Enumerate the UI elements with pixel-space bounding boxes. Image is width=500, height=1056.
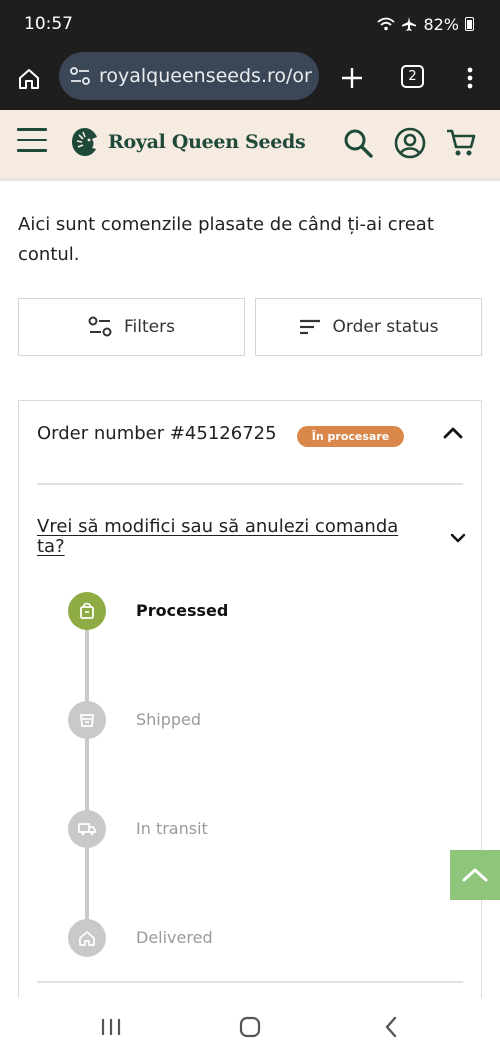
recent-apps-icon <box>101 1019 121 1035</box>
box-icon <box>80 714 94 727</box>
step-transit-label: In transit <box>136 819 208 838</box>
bag-icon <box>80 602 94 619</box>
step-transit-dot <box>68 810 106 848</box>
wifi-icon <box>377 17 396 31</box>
filters-icon <box>88 316 112 337</box>
site-logo[interactable]: Royal Queen Seeds <box>70 126 306 158</box>
more-menu-button[interactable] <box>458 60 482 96</box>
scroll-to-top-button[interactable] <box>450 850 500 900</box>
address-bar[interactable]: royalqueenseeds.ro/or <box>59 52 319 100</box>
home-button[interactable] <box>0 48 58 110</box>
cart-button[interactable] <box>444 126 478 160</box>
home-icon <box>79 931 95 946</box>
home-nav-button[interactable] <box>236 1014 264 1040</box>
cart-icon <box>447 129 476 156</box>
site-header: Royal Queen Seeds <box>0 110 500 178</box>
back-icon <box>385 1016 397 1038</box>
back-button[interactable] <box>377 1014 405 1040</box>
battery-icon <box>465 17 474 31</box>
collapse-order-button[interactable] <box>439 419 467 447</box>
step-delivered-label: Delivered <box>136 928 213 947</box>
sort-icon <box>299 319 320 335</box>
new-tab-button[interactable] <box>332 58 372 98</box>
order-card: Order number #45126725 În procesare Vrei… <box>18 400 482 1020</box>
orders-intro-text: Aici sunt comenzile plasate de când ți-a… <box>18 214 434 265</box>
status-bar: 10:57 82% <box>0 0 500 48</box>
battery-percent: 82% <box>423 14 459 34</box>
menu-button[interactable] <box>17 128 47 152</box>
search-button[interactable] <box>341 126 375 160</box>
chevron-up-icon <box>443 427 463 439</box>
status-time: 10:57 <box>24 14 73 34</box>
logo-text: Royal Queen Seeds <box>108 131 306 153</box>
plus-icon <box>342 68 362 88</box>
expand-modify-button[interactable] <box>445 525 471 551</box>
tab-switcher-button[interactable]: 2 <box>401 65 424 88</box>
browser-toolbar: royalqueenseeds.ro/or 2 <box>0 48 500 110</box>
user-icon <box>394 127 426 159</box>
modify-order-link[interactable]: Vrei să modifici sau să anulezi comanda … <box>37 517 417 557</box>
step-processed-dot <box>68 592 106 630</box>
home-icon <box>19 69 39 89</box>
lion-logo-icon <box>72 128 97 156</box>
timeline-track <box>85 611 89 941</box>
site-settings-icon[interactable] <box>69 66 91 86</box>
filters-label: Filters <box>124 317 175 337</box>
step-processed-label: Processed <box>136 601 229 620</box>
timeline-bottom-divider <box>37 981 463 983</box>
order-status-button[interactable]: Order status <box>255 298 482 356</box>
recent-apps-button[interactable] <box>97 1014 125 1040</box>
filters-button[interactable]: Filters <box>18 298 245 356</box>
more-vertical-icon <box>467 67 473 89</box>
header-divider <box>0 178 500 181</box>
status-icons: 82% <box>377 15 474 34</box>
order-status-label: Order status <box>332 317 439 337</box>
chevron-down-icon <box>450 533 466 543</box>
account-button[interactable] <box>393 126 427 160</box>
step-delivered-dot <box>68 919 106 957</box>
order-number: Order number #45126725 <box>37 423 277 444</box>
search-icon <box>344 129 373 158</box>
airplane-icon <box>402 17 417 31</box>
home-circle-icon <box>239 1016 261 1038</box>
step-shipped-label: Shipped <box>136 710 202 729</box>
url-text: royalqueenseeds.ro/or <box>99 65 312 87</box>
status-badge: În procesare <box>297 426 404 447</box>
order-divider <box>37 483 463 485</box>
step-shipped-dot <box>68 701 106 739</box>
system-nav-bar <box>0 998 500 1056</box>
truck-icon <box>78 823 96 836</box>
chevron-up-icon <box>462 868 488 882</box>
